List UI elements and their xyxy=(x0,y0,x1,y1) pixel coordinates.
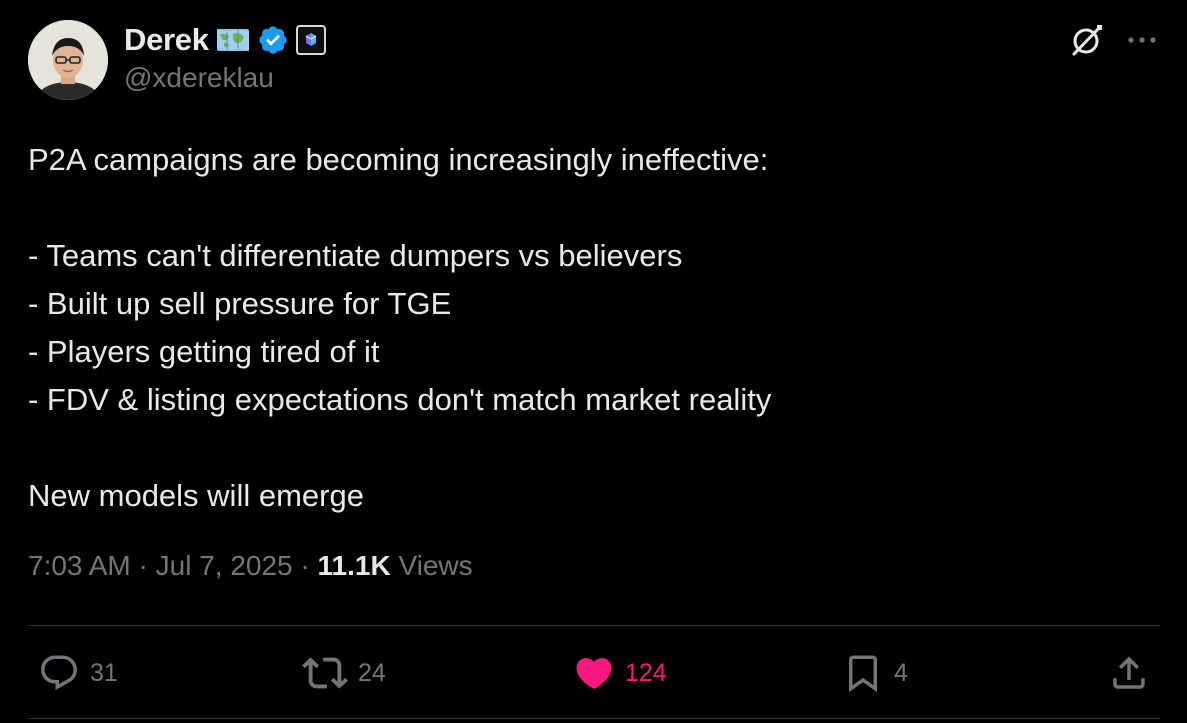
tweet-date[interactable]: Jul 7, 2025 xyxy=(156,550,293,582)
more-options-icon[interactable] xyxy=(1127,35,1157,45)
tweet-line: - Players getting tired of it xyxy=(28,334,380,369)
repost-icon xyxy=(302,657,348,689)
tweet-line-blank xyxy=(28,424,1148,472)
display-name[interactable]: Derek xyxy=(124,22,209,58)
author-name-row: Derek xyxy=(124,20,326,60)
grok-icon[interactable] xyxy=(1069,22,1105,58)
meta-separator: · xyxy=(130,550,156,581)
share-button[interactable] xyxy=(1108,648,1150,698)
tweet-actions-bar: 31 24 124 4 xyxy=(28,648,1160,698)
avatar[interactable] xyxy=(28,20,108,100)
tweet-line: - Built up sell pressure for TGE xyxy=(28,286,452,321)
tweet-text: P2A campaigns are becoming increasingly … xyxy=(28,136,1148,520)
author-handle[interactable]: @xdereklau xyxy=(124,62,274,94)
like-button[interactable]: 124 xyxy=(573,648,667,698)
bookmark-count: 4 xyxy=(894,658,908,687)
tweet-card: Derek @xdereklau P2A campaigns are becom… xyxy=(0,0,1187,723)
world-map-emoji-icon xyxy=(216,26,250,54)
tweet-line: - FDV & listing expectations don't match… xyxy=(28,382,772,417)
tweet-line: - Teams can't differentiate dumpers vs b… xyxy=(28,238,683,273)
bookmark-icon xyxy=(849,655,877,693)
tweet-time[interactable]: 7:03 AM xyxy=(28,550,131,582)
repost-count: 24 xyxy=(358,658,386,687)
tweet-line-blank xyxy=(28,184,1148,232)
views-count[interactable]: 11.1K xyxy=(318,550,391,582)
tweet-line: New models will emerge xyxy=(28,478,364,513)
bookmark-button[interactable]: 4 xyxy=(842,648,908,698)
tweet-line: P2A campaigns are becoming increasingly … xyxy=(28,142,769,177)
tweet-meta: 7:03 AM · Jul 7, 2025 · 11.1K Views xyxy=(28,550,473,582)
divider xyxy=(28,625,1160,626)
heart-filled-icon xyxy=(576,658,612,690)
reply-button[interactable]: 31 xyxy=(38,648,118,698)
reply-count: 31 xyxy=(90,658,118,687)
meta-separator: · xyxy=(292,550,318,581)
views-label: Views xyxy=(390,550,473,581)
reply-icon xyxy=(41,655,77,690)
affiliate-badge-icon[interactable] xyxy=(295,25,326,55)
verified-badge-icon[interactable] xyxy=(257,24,289,56)
repost-button[interactable]: 24 xyxy=(302,648,386,698)
divider xyxy=(28,718,1160,719)
tweet-top-actions xyxy=(1069,22,1157,58)
like-count: 124 xyxy=(625,658,667,687)
share-icon xyxy=(1113,656,1145,689)
